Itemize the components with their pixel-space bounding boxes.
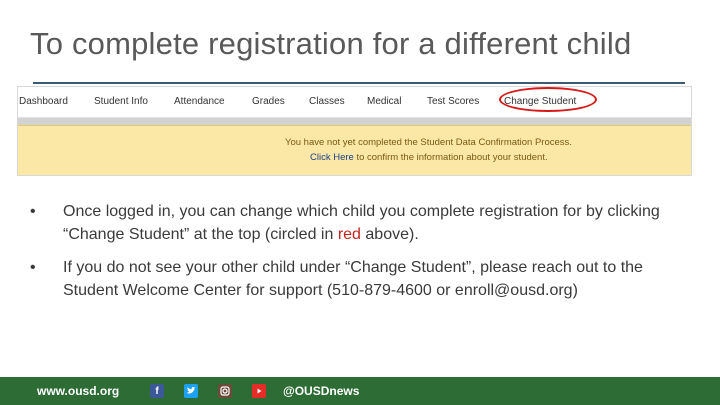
list-item: • If you do not see your other child und… — [30, 256, 690, 302]
bullet-text-1b: above). — [360, 226, 419, 243]
list-item: • Once logged in, you can change which c… — [30, 200, 690, 246]
notice-text-line2: Click Here to confirm the information ab… — [310, 152, 548, 163]
nav-medical[interactable]: Medical — [367, 96, 401, 107]
nav-test-scores[interactable]: Test Scores — [427, 96, 479, 107]
twitter-handle[interactable]: @OUSDnews — [283, 384, 359, 398]
title-divider — [33, 82, 685, 84]
confirmation-notice: You have not yet completed the Student D… — [18, 125, 691, 175]
portal-navbar: Dashboard Student Info Attendance Grades… — [18, 87, 691, 118]
bullet-icon: • — [30, 259, 36, 276]
youtube-icon[interactable] — [252, 384, 266, 398]
highlight-circle — [499, 87, 597, 112]
bullet-text-2: If you do not see your other child under… — [63, 259, 643, 299]
twitter-icon[interactable] — [184, 384, 198, 398]
bullet-icon: • — [30, 203, 36, 220]
instruction-list: • Once logged in, you can change which c… — [30, 200, 690, 312]
nav-attendance[interactable]: Attendance — [174, 96, 225, 107]
website-link[interactable]: www.ousd.org — [37, 384, 119, 398]
facebook-icon[interactable]: f — [150, 384, 164, 398]
notice-text: You have not yet completed the Student D… — [285, 137, 572, 148]
notice-text-rest: to confirm the information about your st… — [353, 152, 548, 163]
slide-title: To complete registration for a different… — [30, 26, 632, 61]
instagram-icon[interactable] — [218, 384, 232, 398]
nav-grades[interactable]: Grades — [252, 96, 285, 107]
bullet-text-red: red — [337, 226, 361, 243]
click-here-link[interactable]: Click Here — [310, 152, 354, 163]
footer-bar: www.ousd.org f @OUSDnews — [0, 377, 720, 405]
nav-dashboard[interactable]: Dashboard — [19, 96, 68, 107]
nav-divider-strip — [18, 118, 691, 125]
nav-classes[interactable]: Classes — [309, 96, 345, 107]
nav-student-info[interactable]: Student Info — [94, 96, 148, 107]
portal-screenshot: Dashboard Student Info Attendance Grades… — [17, 86, 692, 176]
